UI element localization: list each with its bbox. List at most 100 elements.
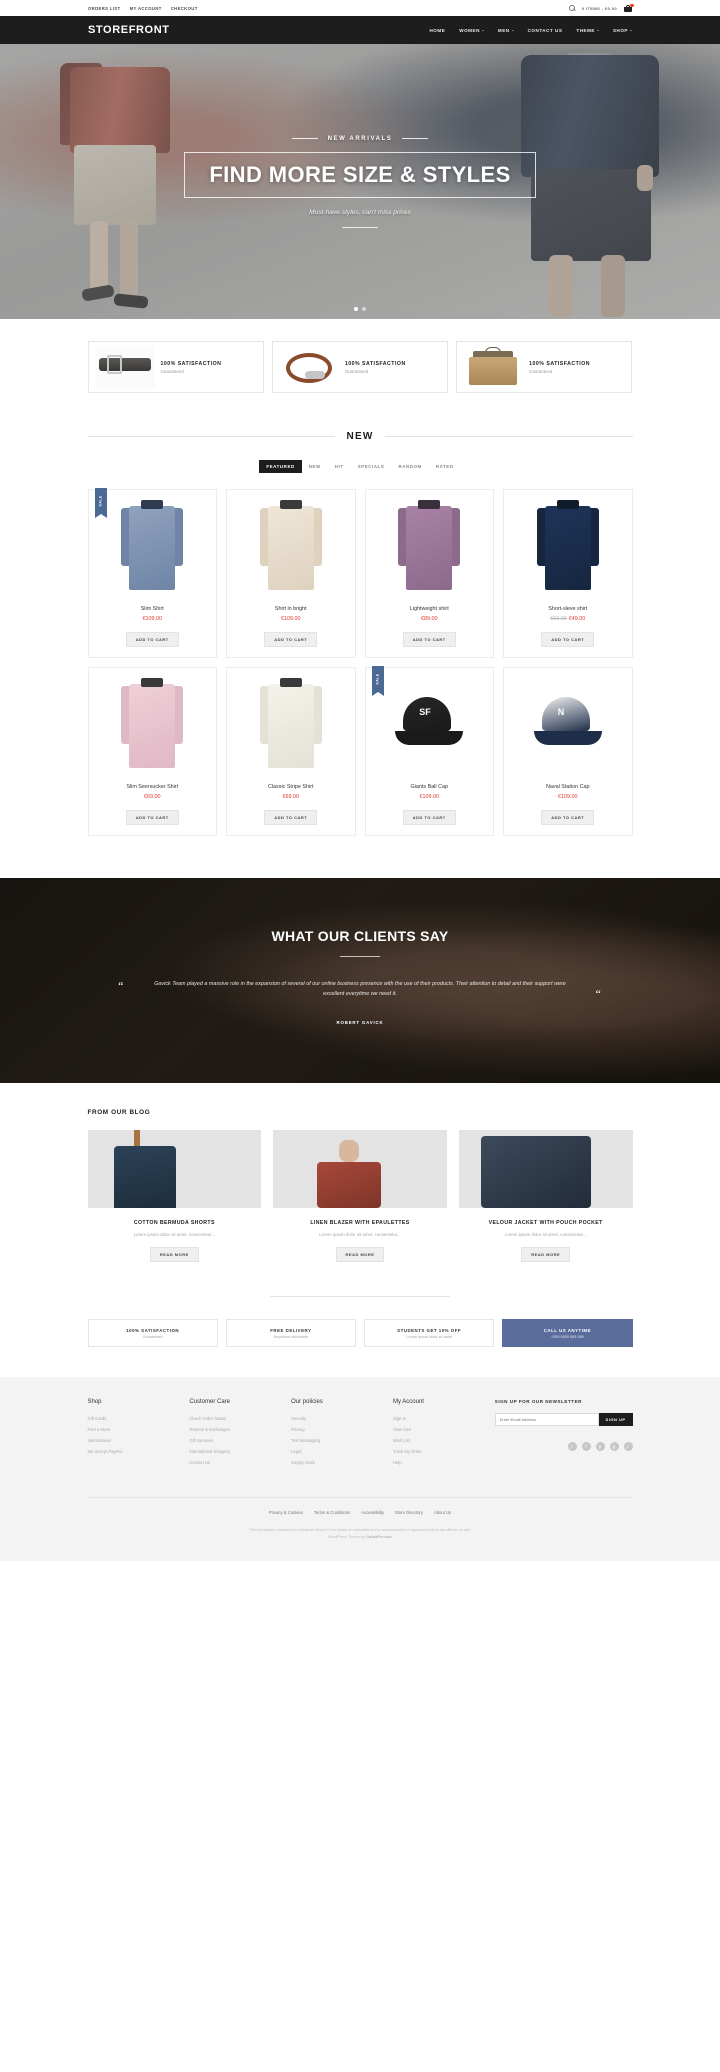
footer-link[interactable]: Legal [291, 1449, 383, 1454]
blog-title[interactable]: COTTON BERMUDA SHORTS [88, 1220, 262, 1226]
product-name[interactable]: Classic Stripe Shirt [227, 784, 355, 790]
nav-item-theme[interactable]: THEME [576, 28, 599, 33]
footer-bottom-link[interactable]: Terms & Conditions [314, 1510, 350, 1515]
footer-link[interactable]: Track My Order [393, 1449, 485, 1454]
add-to-cart-button[interactable]: ADD TO CART [402, 632, 456, 647]
footer-bottom-link[interactable]: Privacy & Cookies [269, 1510, 303, 1515]
nav-item-home[interactable]: HOME [429, 28, 445, 33]
add-to-cart-button[interactable]: ADD TO CART [541, 632, 595, 647]
footer-link[interactable]: Help [393, 1460, 485, 1465]
product-name[interactable]: Slim Shirt [89, 606, 217, 612]
hero-dot-1[interactable] [354, 307, 358, 311]
velour-jacket-image[interactable] [458, 1130, 633, 1208]
linen-blazer-image[interactable] [273, 1130, 447, 1208]
read-more-button[interactable]: READ MORE [521, 1247, 571, 1262]
hero-pagination[interactable] [0, 307, 720, 311]
footer-link[interactable]: Contact Us [189, 1460, 281, 1465]
blog-card-1[interactable]: COTTON BERMUDA SHORTS Lorem ipsum dolor … [87, 1130, 262, 1262]
info-cell-students[interactable]: STUDENTS GET 10% OFF Lorem ipsum dolor s… [364, 1319, 495, 1347]
footer-link[interactable]: Sign In [393, 1416, 485, 1421]
blog-title[interactable]: VELOUR JACKET WITH POUCH POCKET [459, 1220, 633, 1226]
add-to-cart-button[interactable]: ADD TO CART [264, 632, 318, 647]
footer-link[interactable]: International [88, 1438, 180, 1443]
tab-new[interactable]: NEW [302, 460, 328, 473]
info-cell-call-us[interactable]: CALL US ANYTIME +355 5555 555 555 [502, 1319, 633, 1347]
badge-card-bag[interactable]: 100% SATISFACTION Guaranteed [456, 341, 633, 393]
nav-item-shop[interactable]: SHOP [613, 28, 632, 33]
product-card[interactable]: Lightweight shirt €89.00 ADD TO CART [364, 489, 494, 658]
footer-link[interactable]: International Shipping [189, 1449, 281, 1454]
add-to-cart-button[interactable]: ADD TO CART [125, 810, 179, 825]
twitter-icon[interactable]: t [567, 1442, 577, 1451]
nav-item-contact-us[interactable]: CONTACT US [528, 28, 563, 33]
product-card[interactable]: Slim Seersucker Shirt €69.00 ADD TO CART [87, 667, 217, 836]
footer-link[interactable]: View Cart [393, 1427, 485, 1432]
footer-bottom-link[interactable]: Accessibility [361, 1510, 384, 1515]
footer-link[interactable]: Security [291, 1416, 383, 1421]
product-card[interactable]: SALE SF Giants Ball Cap €109.00 ADD TO CART [364, 666, 494, 836]
topbar-link-checkout[interactable]: CHECKOUT [171, 6, 198, 11]
add-to-cart-button[interactable]: ADD TO CART [264, 810, 318, 825]
pinterest-icon[interactable]: p [595, 1442, 605, 1451]
product-name[interactable]: Short-sleve shirt [504, 606, 632, 612]
read-more-button[interactable]: READ MORE [149, 1247, 199, 1262]
cart-summary[interactable]: 0 ITEMS - €0.00 [582, 6, 617, 11]
tab-specials[interactable]: SPECIALS [351, 460, 392, 473]
copyright: The information contained in Industrial … [88, 1527, 633, 1555]
add-to-cart-button[interactable]: ADD TO CART [541, 810, 595, 825]
site-logo[interactable]: STOREFRONT [88, 24, 170, 36]
badge-card-belt[interactable]: 100% SATISFACTION Guaranteed [87, 341, 264, 393]
search-icon[interactable] [568, 5, 575, 11]
read-more-button[interactable]: READ MORE [335, 1247, 385, 1262]
footer-link[interactable]: Returns & Exchanges [189, 1427, 281, 1432]
footer-link[interactable]: Gift Services [189, 1438, 281, 1443]
nav-item-women[interactable]: WOMEN [459, 28, 484, 33]
bermuda-shorts-image[interactable] [87, 1130, 262, 1208]
info-cell-delivery[interactable]: FREE DELIVERY Anywhere worldwide [225, 1319, 356, 1347]
product-card[interactable]: Shirt in bright €109.00 ADD TO CART [226, 489, 356, 658]
tab-featured[interactable]: FEATURED [259, 460, 302, 473]
product-card[interactable]: Short-sleve shirt €69.00 €49.00 ADD TO CART [503, 489, 633, 658]
footer-link[interactable]: Check Order Status [189, 1416, 281, 1421]
blog-title[interactable]: LINEN BLAZER WITH EPAULETTES [273, 1220, 447, 1226]
footer-bottom-link[interactable]: About Us [434, 1510, 451, 1515]
product-card[interactable]: N Naval Station Cap €109.00 ADD TO CART [503, 667, 633, 836]
info-sub: Anywhere worldwide [273, 1334, 309, 1339]
info-cell-satisfaction[interactable]: 100% SATISFACTION Guaranteed [87, 1319, 218, 1347]
product-name[interactable]: Naval Station Cap [504, 784, 632, 790]
topbar-link-my-account[interactable]: MY ACCOUNT [130, 6, 162, 11]
shopping-cart-icon[interactable] [624, 3, 634, 12]
badge-card-bracelet[interactable]: 100% SATISFACTION Guaranteed [271, 341, 449, 393]
newsletter-email-input[interactable] [494, 1413, 599, 1426]
tab-rated[interactable]: RATED [429, 460, 461, 473]
product-card[interactable]: Classic Stripe Shirt €69.00 ADD TO CART [226, 667, 356, 836]
add-to-cart-button[interactable]: ADD TO CART [402, 810, 456, 825]
product-name[interactable]: Giants Ball Cap [366, 784, 494, 790]
nav-item-men[interactable]: MEN [498, 28, 514, 33]
facebook-icon[interactable]: f [581, 1442, 591, 1451]
footer-link[interactable]: Text Messaging [291, 1438, 383, 1443]
product-name[interactable]: Lightweight shirt [366, 606, 494, 612]
product-name[interactable]: Slim Seersucker Shirt [89, 784, 217, 790]
newsletter-signup-button[interactable]: SIGN UP [598, 1413, 633, 1426]
google-plus-icon[interactable]: g [609, 1442, 619, 1451]
footer-link[interactable]: Supply chain [291, 1460, 383, 1465]
copyright-brand-link[interactable]: GavickPro.com [366, 1535, 392, 1539]
footer-bottom-link[interactable]: Store Directory [395, 1510, 423, 1515]
footer-link[interactable]: We accept PayPal [88, 1449, 180, 1454]
add-to-cart-button[interactable]: ADD TO CART [125, 632, 179, 647]
footer-link[interactable]: Wish List [393, 1438, 485, 1443]
product-card[interactable]: SALE Slim Shirt €109.00 ADD TO CART [87, 488, 217, 658]
product-name[interactable]: Shirt in bright [227, 606, 355, 612]
hero-slider[interactable]: NEW ARRIVALS FIND MORE SIZE & STYLES Mus… [0, 44, 720, 319]
blog-card-2[interactable]: LINEN BLAZER WITH EPAULETTES Lorem ipsum… [273, 1130, 447, 1262]
footer-link[interactable]: Privacy [291, 1427, 383, 1432]
rss-icon[interactable]: r [623, 1442, 633, 1451]
footer-link[interactable]: Gift Cards [88, 1416, 180, 1421]
topbar-link-orders-list[interactable]: ORDERS LIST [88, 6, 121, 11]
tab-hit[interactable]: HIT [328, 460, 351, 473]
blog-card-3[interactable]: VELOUR JACKET WITH POUCH POCKET Lorem ip… [458, 1130, 633, 1262]
footer-link[interactable]: Find a Store [88, 1427, 180, 1432]
tab-random[interactable]: RANDOM [391, 460, 428, 473]
hero-dot-2[interactable] [362, 307, 366, 311]
